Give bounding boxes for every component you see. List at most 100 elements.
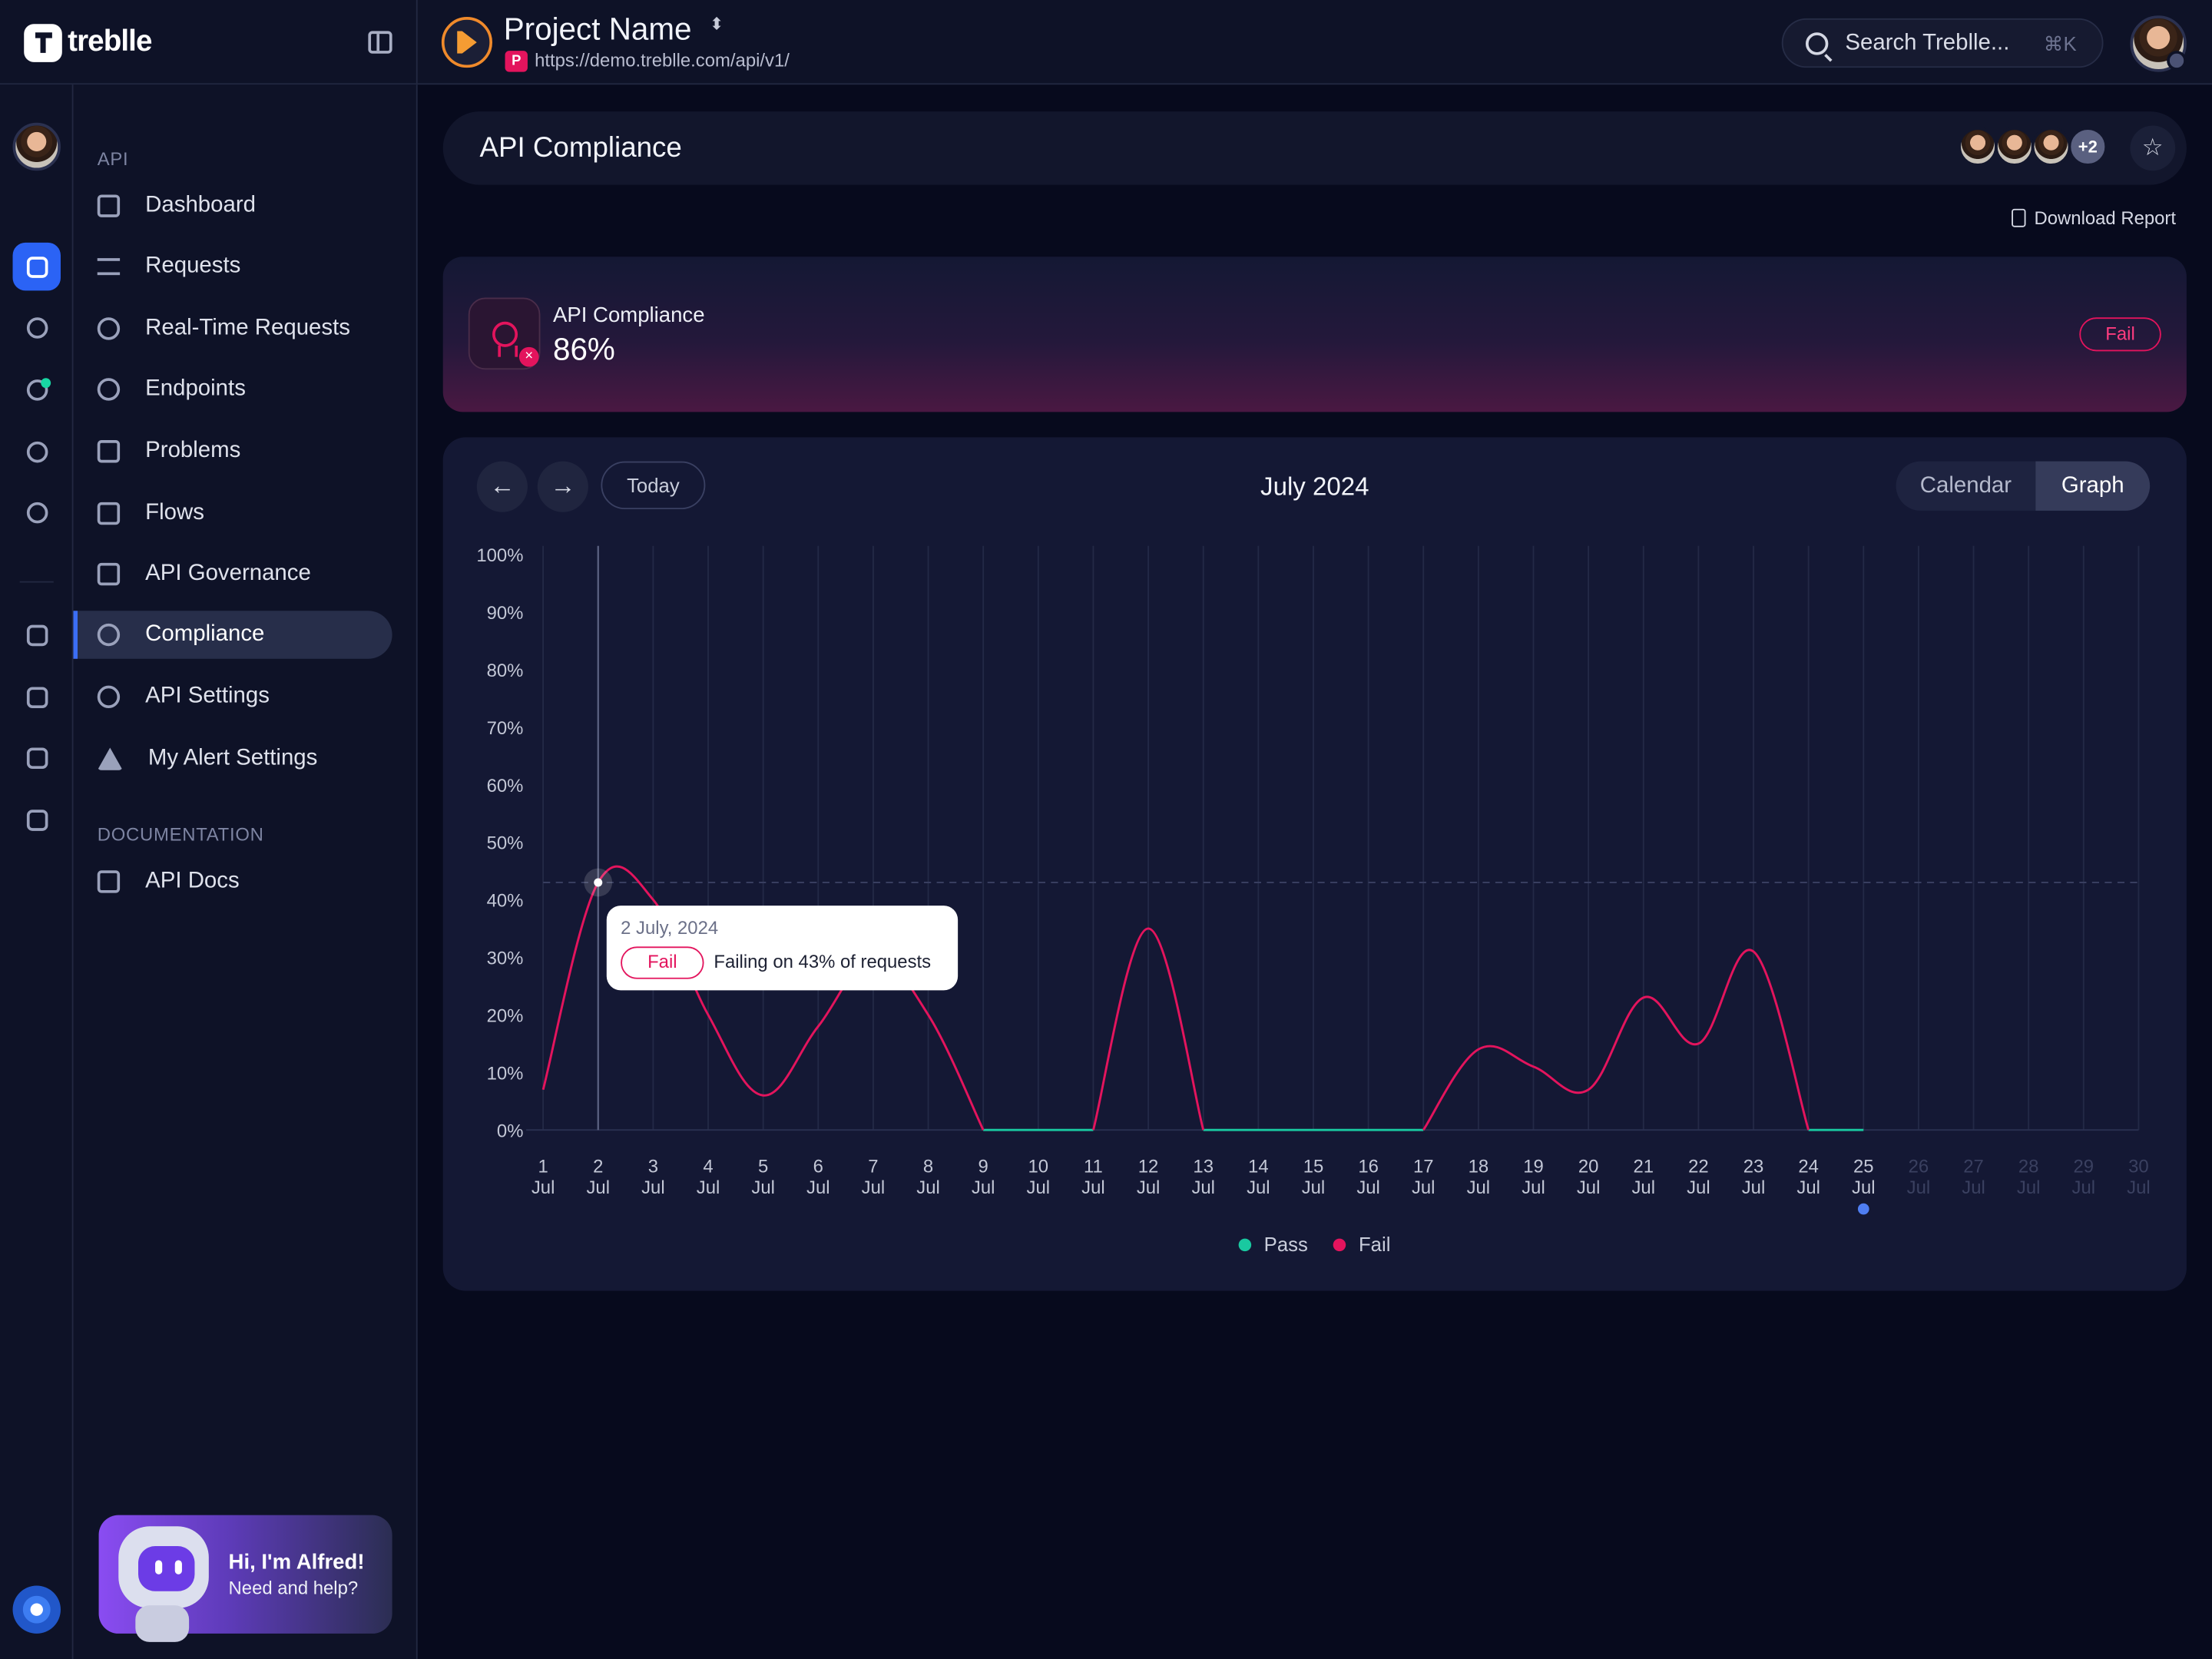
nav-item-flows[interactable]: Flows: [74, 489, 392, 537]
x-tick-day: 11: [1084, 1156, 1103, 1177]
x-tick-day: 5: [758, 1156, 768, 1177]
rail-feedback-button[interactable]: [13, 733, 61, 781]
flows-icon: [97, 502, 121, 525]
nav-item-label: Flows: [145, 501, 204, 525]
x-tick-day: 23: [1743, 1156, 1764, 1177]
nav-item-api-docs[interactable]: API Docs: [74, 858, 392, 906]
nav-item-label: Compliance: [145, 621, 265, 647]
nav-section-api: API: [97, 147, 129, 170]
user-menu-chevron-icon[interactable]: [2167, 51, 2187, 71]
x-tick-day: 2: [593, 1156, 603, 1177]
award-icon: [97, 623, 121, 647]
fail-series-line: [1422, 949, 1810, 1131]
award-icon: [492, 320, 518, 356]
apps-icon: [25, 809, 48, 830]
x-tick-day: 20: [1578, 1156, 1599, 1177]
workspace-avatar[interactable]: [12, 122, 61, 171]
legend-fail-label: Fail: [1358, 1233, 1391, 1256]
x-tick-day: 8: [923, 1156, 933, 1177]
collaborators-more-badge[interactable]: +2: [2068, 127, 2108, 167]
rail-analytics-button[interactable]: [13, 303, 61, 351]
nav-item-problems[interactable]: Problems: [74, 428, 392, 475]
x-tick-day: 25: [1853, 1156, 1874, 1177]
rail-home-button[interactable]: [12, 242, 61, 291]
x-tick-month: Jul: [916, 1177, 940, 1198]
collaborator-avatar[interactable]: [1995, 127, 2035, 167]
project-logo[interactable]: [441, 17, 493, 68]
project-url-badge: P: [505, 51, 528, 72]
nav-item-real-time-requests[interactable]: Real-Time Requests: [74, 305, 392, 353]
chat-icon: [25, 747, 48, 769]
y-tick-label: 80%: [487, 661, 524, 681]
fail-legend-dot: [1333, 1237, 1346, 1251]
x-tick-day: 17: [1413, 1156, 1434, 1177]
nav-item-endpoints[interactable]: Endpoints: [74, 366, 392, 413]
arrows-icon: [97, 258, 121, 276]
today-marker: [1857, 1203, 1869, 1215]
endpoints-icon: [97, 378, 121, 401]
nav-item-api-governance[interactable]: API Governance: [74, 550, 392, 598]
brand-name: treblle: [68, 25, 152, 58]
download-report-button[interactable]: Download Report: [2012, 207, 2176, 229]
x-tick-day: 28: [2018, 1156, 2039, 1177]
rail-help-button[interactable]: [13, 673, 61, 720]
nav-item-compliance[interactable]: Compliance: [73, 611, 392, 659]
x-tick-month: Jul: [751, 1177, 774, 1198]
x-tick-day: 1: [538, 1156, 548, 1177]
treblle-logo[interactable]: [24, 23, 62, 61]
project-url[interactable]: https://demo.treblle.com/api/v1/: [535, 49, 790, 71]
rail-add-button[interactable]: [13, 488, 61, 535]
nav-item-label: My Alert Settings: [147, 746, 318, 770]
collaborator-avatar[interactable]: [2031, 127, 2071, 167]
rail-notifications-button[interactable]: [13, 366, 61, 413]
x-tick-day: 22: [1688, 1156, 1709, 1177]
nav-item-dashboard[interactable]: Dashboard: [74, 182, 392, 230]
assistant-logo-icon[interactable]: [12, 1585, 61, 1634]
icon-rail: [0, 84, 74, 1659]
sidebar-toggle-icon[interactable]: [368, 31, 392, 54]
project-name[interactable]: Project Name: [504, 12, 692, 48]
analytics-icon: [25, 316, 48, 338]
tooltip-text: Failing on 43% of requests: [714, 950, 932, 972]
y-tick-label: 90%: [487, 603, 524, 624]
alfred-assistant-card[interactable]: Hi, I'm Alfred! Need and help?: [98, 1515, 392, 1642]
chart-legend: Pass Fail: [1238, 1233, 1391, 1256]
project-switch-icon[interactable]: ⬍: [710, 15, 724, 32]
x-tick-month: Jul: [2072, 1177, 2096, 1198]
nav-item-my-alert-settings[interactable]: My Alert Settings: [74, 735, 392, 783]
fail-x-icon: ×: [518, 346, 539, 367]
x-tick-month: Jul: [1302, 1177, 1326, 1198]
x-tick-month: Jul: [1687, 1177, 1710, 1198]
gear-icon: [25, 440, 48, 462]
summary-value: 86%: [552, 331, 615, 367]
rail-settings-button[interactable]: [13, 428, 61, 475]
y-tick-label: 10%: [487, 1063, 524, 1084]
x-tick-day: 27: [1963, 1156, 1984, 1177]
nav-item-label: API Governance: [145, 561, 311, 586]
nav-item-requests[interactable]: Requests: [74, 243, 392, 290]
favorite-star-icon[interactable]: ☆: [2130, 125, 2176, 171]
rail-apps-button[interactable]: [13, 796, 61, 843]
x-tick-month: Jul: [1081, 1177, 1105, 1198]
x-tick-day: 15: [1303, 1156, 1324, 1177]
x-tick-day: 12: [1138, 1156, 1159, 1177]
x-tick-month: Jul: [1907, 1177, 1931, 1198]
nav-item-label: API Settings: [145, 684, 270, 709]
search-input[interactable]: Search Treblle... ⌘K: [1781, 18, 2104, 68]
x-tick-month: Jul: [587, 1177, 611, 1198]
x-tick-month: Jul: [1962, 1177, 1985, 1198]
x-tick-day: 10: [1028, 1156, 1049, 1177]
nav-sidebar: API Dashboard Requests Real-Time Request…: [73, 84, 418, 1659]
x-tick-day: 13: [1193, 1156, 1214, 1177]
collaborator-avatar[interactable]: [1958, 127, 1998, 167]
governance-icon: [97, 562, 121, 586]
compliance-chart-card: ← → Today July 2024 Calendar Graph 0% 10%…: [442, 437, 2187, 1291]
rail-docs-button[interactable]: [13, 611, 61, 658]
search-icon: [1805, 31, 1829, 55]
x-tick-month: Jul: [1467, 1177, 1491, 1198]
stopwatch-icon: [97, 317, 121, 340]
nav-item-api-settings[interactable]: API Settings: [74, 673, 392, 720]
grid-icon: [97, 194, 121, 217]
code-doc-icon: [97, 870, 121, 893]
nav-section-docs: DOCUMENTATION: [97, 823, 264, 846]
